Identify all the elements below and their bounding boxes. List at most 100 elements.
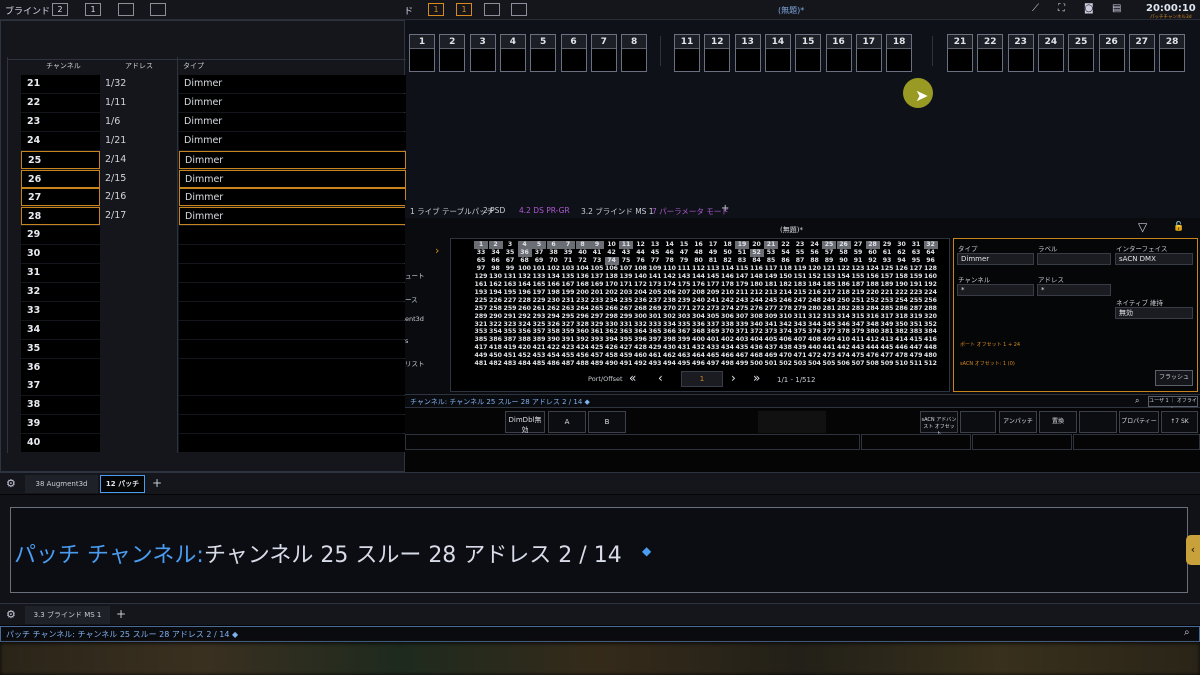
dmx-address-cell[interactable]: 157	[880, 273, 894, 281]
dmx-address-cell[interactable]: 140	[634, 273, 648, 281]
dmx-address-cell[interactable]: 280	[808, 305, 822, 313]
dmx-address-cell[interactable]: 279	[793, 305, 807, 313]
dmx-address-cell[interactable]: 136	[576, 273, 590, 281]
flash-button[interactable]: フラッシュ	[1155, 370, 1193, 386]
dmx-address-cell[interactable]: 346	[837, 321, 851, 329]
dmx-address-cell[interactable]: 293	[532, 313, 546, 321]
dmx-address-cell[interactable]: 509	[880, 360, 894, 368]
dmx-address-cell[interactable]: 464	[692, 352, 706, 360]
dmx-address-cell[interactable]: 209	[706, 289, 720, 297]
dmx-address-cell[interactable]: 8	[575, 241, 590, 249]
dmx-address-cell[interactable]: 278	[779, 305, 793, 313]
channel-box[interactable]: 2	[439, 34, 466, 72]
dmx-address-cell[interactable]: 418	[489, 344, 503, 352]
dmx-address-cell[interactable]: 465	[706, 352, 720, 360]
dmx-address-cell[interactable]: 323	[503, 321, 517, 329]
last-page-icon[interactable]: »	[753, 371, 760, 385]
dmx-address-cell[interactable]: 111	[677, 265, 691, 273]
dmx-address-cell[interactable]: 413	[880, 336, 894, 344]
dmx-address-cell[interactable]: 262	[547, 305, 561, 313]
dmx-address-cell[interactable]: 38	[547, 249, 561, 257]
dmx-address-cell[interactable]: 102	[547, 265, 561, 273]
dmx-address-cell[interactable]: 228	[518, 297, 532, 305]
dmx-address-cell[interactable]: 410	[837, 336, 851, 344]
dmx-address-cell[interactable]: 430	[663, 344, 677, 352]
dmx-address-cell[interactable]: 17	[706, 241, 720, 249]
dmx-address-cell[interactable]: 298	[605, 313, 619, 321]
dmx-address-cell[interactable]: 321	[474, 321, 488, 329]
dmx-address-cell[interactable]: 365	[648, 328, 662, 336]
dmx-address-cell[interactable]: 387	[503, 336, 517, 344]
dmx-address-cell[interactable]: 178	[721, 281, 735, 289]
dmx-address-cell[interactable]: 39	[561, 249, 575, 257]
dmx-address-cell[interactable]: 391	[561, 336, 575, 344]
side-item[interactable]: リスト	[405, 358, 425, 368]
dmx-address-cell[interactable]: 7	[561, 241, 575, 249]
dmx-address-cell[interactable]: 21	[764, 241, 778, 249]
dmx-address-cell[interactable]: 452	[518, 352, 532, 360]
dmx-address-cell[interactable]: 24	[808, 241, 822, 249]
dmx-address-cell[interactable]: 121	[822, 265, 836, 273]
table-row[interactable]: 30	[1, 245, 406, 264]
dmx-address-cell[interactable]: 431	[677, 344, 691, 352]
channel-box[interactable]: 17	[855, 34, 882, 72]
dmx-address-cell[interactable]: 385	[474, 336, 488, 344]
dmx-address-cell[interactable]: 129	[474, 273, 488, 281]
mid-1-button[interactable]: 1	[428, 3, 444, 16]
dmx-address-cell[interactable]: 442	[837, 344, 851, 352]
dmx-address-cell[interactable]: 71	[561, 257, 575, 265]
dmx-address-cell[interactable]: 26	[836, 241, 851, 249]
dmx-address-cell[interactable]: 89	[822, 257, 836, 265]
dmx-address-cell[interactable]: 263	[561, 305, 575, 313]
dmx-address-cell[interactable]: 239	[677, 297, 691, 305]
dmx-address-cell[interactable]: 383	[909, 328, 923, 336]
dmx-address-cell[interactable]: 329	[590, 321, 604, 329]
dmx-address-cell[interactable]: 94	[895, 257, 909, 265]
dmx-address-cell[interactable]: 371	[735, 328, 749, 336]
dmx-address-cell[interactable]: 463	[677, 352, 691, 360]
dmx-address-cell[interactable]: 312	[808, 313, 822, 321]
dmx-address-cell[interactable]: 150	[779, 273, 793, 281]
dmx-address-cell[interactable]: 203	[619, 289, 633, 297]
dmx-address-cell[interactable]: 4	[517, 241, 532, 249]
channel-box[interactable]: 6	[560, 34, 587, 72]
dmx-address-cell[interactable]: 306	[721, 313, 735, 321]
dmx-address-cell[interactable]: 303	[677, 313, 691, 321]
dmx-address-cell[interactable]: 368	[692, 328, 706, 336]
dmx-address-cell[interactable]: 416	[924, 336, 938, 344]
dmx-address-cell[interactable]: 2	[488, 241, 503, 249]
dmx-address-cell[interactable]: 377	[822, 328, 836, 336]
dmx-address-cell[interactable]: 316	[866, 313, 880, 321]
dmx-address-cell[interactable]: 125	[880, 265, 894, 273]
dmx-address-cell[interactable]: 113	[706, 265, 720, 273]
dmx-address-cell[interactable]: 440	[808, 344, 822, 352]
dmx-address-cell[interactable]: 269	[648, 305, 662, 313]
dmx-address-cell[interactable]: 422	[547, 344, 561, 352]
dmx-address-cell[interactable]: 241	[706, 297, 720, 305]
dmx-address-cell[interactable]: 300	[634, 313, 648, 321]
monitor-2-button[interactable]: 2	[52, 3, 68, 16]
dmx-address-cell[interactable]: 164	[518, 281, 532, 289]
dmx-address-cell[interactable]: 331	[619, 321, 633, 329]
dmx-address-cell[interactable]: 63	[909, 249, 923, 257]
dmx-address-cell[interactable]: 266	[605, 305, 619, 313]
dmx-address-cell[interactable]: 66	[489, 257, 503, 265]
dmx-address-cell[interactable]: 419	[503, 344, 517, 352]
channel-box[interactable]: 14	[764, 34, 791, 72]
dmx-address-cell[interactable]: 493	[648, 360, 662, 368]
dmx-address-cell[interactable]: 253	[880, 297, 894, 305]
window-icon[interactable]	[511, 3, 527, 16]
dmx-address-cell[interactable]: 14	[663, 241, 677, 249]
dmx-address-cell[interactable]: 93	[880, 257, 894, 265]
dmx-address-cell[interactable]: 459	[619, 352, 633, 360]
dmx-address-cell[interactable]: 158	[895, 273, 909, 281]
monitor-1-button[interactable]: 1	[85, 3, 101, 16]
dmx-address-cell[interactable]: 3	[503, 241, 517, 249]
dmx-address-cell[interactable]: 382	[895, 328, 909, 336]
dmx-address-cell[interactable]: 364	[634, 328, 648, 336]
table-row[interactable]: 31	[1, 264, 406, 283]
dmx-address-cell[interactable]: 215	[793, 289, 807, 297]
dmx-address-cell[interactable]: 310	[779, 313, 793, 321]
dmx-address-cell[interactable]: 32	[923, 241, 938, 249]
dmx-address-cell[interactable]: 393	[590, 336, 604, 344]
